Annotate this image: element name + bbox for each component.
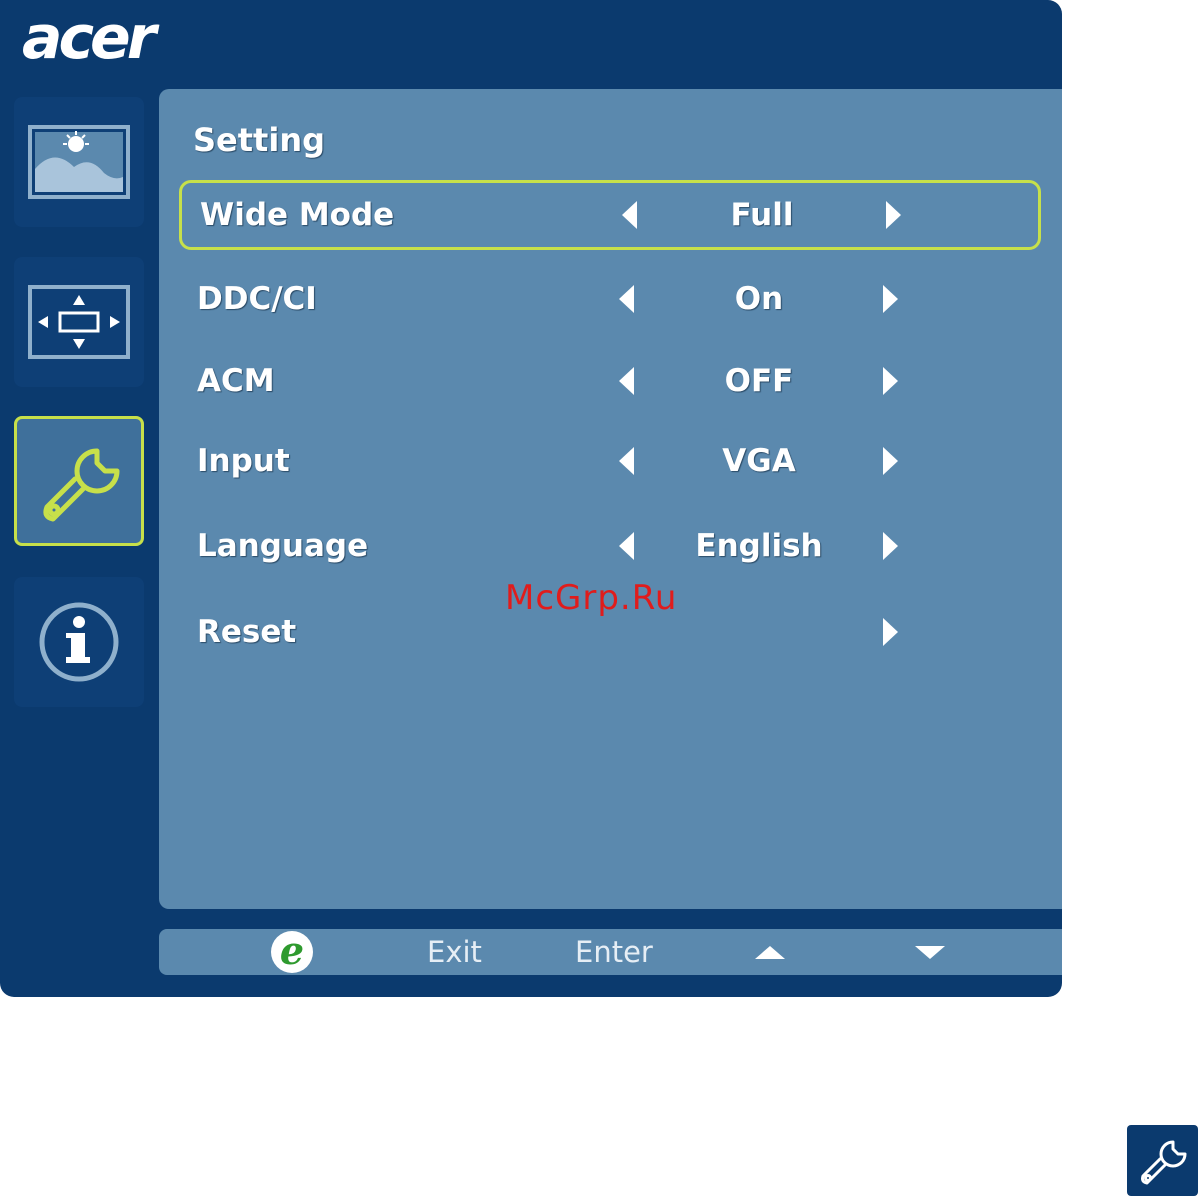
down-arrow-icon[interactable] [915, 946, 945, 959]
row-value: OFF [724, 363, 794, 399]
left-arrow-icon[interactable] [619, 367, 634, 395]
info-icon [39, 602, 119, 682]
menu-row-input[interactable]: Input VGA [179, 426, 1041, 496]
row-label: Wide Mode [200, 197, 395, 233]
menu-row-acm[interactable]: ACM OFF [179, 346, 1041, 416]
left-arrow-icon[interactable] [622, 201, 637, 229]
menu-title: Setting [193, 121, 325, 159]
row-value: English [695, 528, 823, 564]
left-arrow-icon[interactable] [619, 532, 634, 560]
row-label: ACM [197, 363, 275, 399]
menu-row-ddc-ci[interactable]: DDC/CI On [179, 264, 1041, 334]
osd-footer: e Exit Enter [159, 929, 1062, 975]
sidebar-tab-setting[interactable] [14, 416, 144, 546]
row-label: Reset [197, 614, 297, 650]
wrench-icon [43, 448, 120, 522]
left-arrow-icon[interactable] [619, 285, 634, 313]
osd-position-icon [28, 285, 130, 359]
right-arrow-icon[interactable] [883, 367, 898, 395]
svg-text:acer: acer [22, 12, 160, 68]
right-arrow-icon[interactable] [883, 532, 898, 560]
wrench-icon [1141, 1140, 1187, 1185]
right-arrow-icon[interactable] [883, 285, 898, 313]
row-label: Input [197, 443, 290, 479]
menu-row-wide-mode[interactable]: Wide Mode Full [179, 180, 1041, 250]
up-arrow-icon[interactable] [755, 946, 785, 959]
enter-label[interactable]: Enter [575, 935, 653, 969]
right-arrow-icon[interactable] [883, 447, 898, 475]
row-value: On [734, 281, 784, 317]
row-label: DDC/CI [197, 281, 317, 317]
right-arrow-icon[interactable] [883, 618, 898, 646]
osd-window: acer Setting Wide Mode Full DDC/CI On AC… [0, 0, 1062, 997]
picture-icon [28, 125, 130, 199]
row-value: Full [730, 197, 794, 233]
corner-badge [1127, 1125, 1198, 1196]
watermark: McGrp.Ru [505, 578, 678, 618]
row-label: Language [197, 528, 369, 564]
acer-logo: acer [22, 12, 164, 68]
exit-label[interactable]: Exit [427, 935, 482, 969]
sidebar-tab-info[interactable] [14, 577, 144, 707]
right-arrow-icon[interactable] [886, 201, 901, 229]
e-key-icon[interactable]: e [267, 929, 317, 975]
row-value: VGA [722, 443, 796, 479]
setting-panel: Setting Wide Mode Full DDC/CI On ACM OFF… [159, 89, 1062, 909]
sidebar-tab-osd[interactable] [14, 257, 144, 387]
sidebar-tab-picture[interactable] [14, 97, 144, 227]
menu-row-language[interactable]: Language English [179, 511, 1041, 581]
left-arrow-icon[interactable] [619, 447, 634, 475]
svg-text:e: e [280, 929, 304, 973]
